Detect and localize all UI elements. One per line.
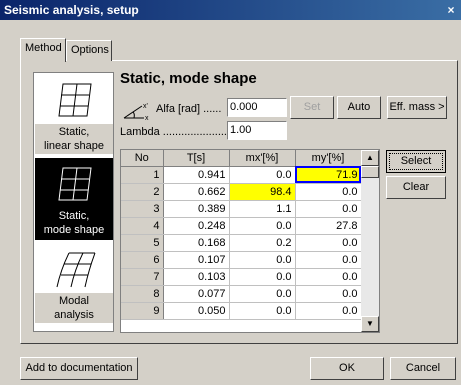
clear-button[interactable]: Clear bbox=[386, 176, 446, 199]
cell-my[interactable]: 27.8 bbox=[295, 217, 362, 235]
alfa-angle-icon: x' x bbox=[123, 103, 149, 122]
cell-no: 6 bbox=[121, 251, 164, 269]
table-row[interactable]: 8 0.077 0.0 0.0 bbox=[121, 285, 362, 303]
cell-no: 5 bbox=[121, 234, 164, 252]
table-row[interactable]: 2 0.662 98.4 0.0 bbox=[121, 183, 362, 201]
cell-no: 3 bbox=[121, 200, 164, 218]
seismic-setup-dialog: Seismic analysis, setup × Method Options… bbox=[0, 0, 461, 385]
window-title: Seismic analysis, setup bbox=[4, 3, 139, 17]
table-row[interactable]: 6 0.107 0.0 0.0 bbox=[121, 251, 362, 269]
analysis-type-static-linear[interactable]: Static, linear shape bbox=[35, 74, 113, 156]
analysis-type-list: Static, linear shape Static, mode shape bbox=[33, 72, 114, 332]
table-row[interactable]: 9 0.050 0.0 0.0 bbox=[121, 302, 362, 320]
col-header-period: T[s] bbox=[163, 150, 230, 167]
label-line-2: linear shape bbox=[44, 140, 104, 152]
static-linear-frame-icon bbox=[58, 83, 92, 117]
cell-no: 8 bbox=[121, 285, 164, 303]
cell-period[interactable]: 0.103 bbox=[163, 268, 230, 286]
cell-period[interactable]: 0.168 bbox=[163, 234, 230, 252]
col-header-my: my'[%] bbox=[295, 150, 362, 167]
table-header-row: No T[s] mx'[%] my'[%] bbox=[121, 150, 362, 167]
page-title: Static, mode shape bbox=[120, 70, 257, 87]
table-row[interactable]: 5 0.168 0.2 0.0 bbox=[121, 234, 362, 252]
cell-period[interactable]: 0.107 bbox=[163, 251, 230, 269]
cell-my[interactable]: 0.0 bbox=[295, 285, 362, 303]
cell-mx[interactable]: 0.0 bbox=[229, 285, 296, 303]
cell-period[interactable]: 0.941 bbox=[163, 166, 230, 184]
cell-mx[interactable]: 1.1 bbox=[229, 200, 296, 218]
cell-no: 4 bbox=[121, 217, 164, 235]
ok-button[interactable]: OK bbox=[310, 357, 384, 380]
cell-no: 2 bbox=[121, 183, 164, 201]
add-to-documentation-button[interactable]: Add to documentation bbox=[20, 357, 138, 380]
close-icon[interactable]: × bbox=[444, 0, 458, 20]
cell-period[interactable]: 0.662 bbox=[163, 183, 230, 201]
table-scrollbar[interactable]: ▲ ▼ bbox=[361, 150, 379, 332]
modal-frame-icon bbox=[56, 252, 96, 288]
tab-method[interactable]: Method bbox=[20, 38, 66, 62]
col-header-no: No bbox=[121, 150, 164, 167]
label-line-1: Static, bbox=[58, 126, 90, 138]
cell-mx[interactable]: 0.2 bbox=[229, 234, 296, 252]
analysis-type-modal[interactable]: Modal analysis bbox=[35, 243, 113, 325]
label-line-2: mode shape bbox=[43, 224, 105, 236]
table-row[interactable]: 3 0.389 1.1 0.0 bbox=[121, 200, 362, 218]
select-button[interactable]: Select bbox=[386, 150, 446, 173]
svg-text:x': x' bbox=[143, 103, 148, 110]
analysis-type-static-mode[interactable]: Static, mode shape bbox=[35, 158, 113, 240]
alfa-label: Alfa [rad] ...... bbox=[156, 103, 222, 115]
label-line-2: analysis bbox=[54, 309, 94, 321]
set-button[interactable]: Set bbox=[290, 96, 334, 119]
cell-mx[interactable]: 0.0 bbox=[229, 268, 296, 286]
col-header-mx: mx'[%] bbox=[229, 150, 296, 167]
cell-my[interactable]: 0.0 bbox=[295, 268, 362, 286]
auto-button[interactable]: Auto bbox=[337, 96, 381, 119]
cell-my[interactable]: 0.0 bbox=[295, 234, 362, 252]
analysis-type-label: Modal analysis bbox=[35, 293, 113, 323]
cell-mx[interactable]: 0.0 bbox=[229, 217, 296, 235]
cell-my[interactable]: 0.0 bbox=[295, 251, 362, 269]
cell-mx[interactable]: 0.0 bbox=[229, 302, 296, 320]
cell-my[interactable]: 0.0 bbox=[295, 302, 362, 320]
scroll-up-icon[interactable]: ▲ bbox=[361, 150, 379, 166]
cell-mx[interactable]: 98.4 bbox=[229, 183, 296, 201]
scroll-thumb[interactable] bbox=[361, 166, 379, 178]
scroll-down-icon[interactable]: ▼ bbox=[361, 316, 379, 332]
cell-my[interactable]: 71.9 bbox=[295, 166, 362, 184]
analysis-type-label: Static, linear shape bbox=[35, 124, 113, 154]
label-line-1: Static, bbox=[58, 210, 90, 222]
tab-options[interactable]: Options bbox=[66, 40, 112, 61]
cell-my[interactable]: 0.0 bbox=[295, 183, 362, 201]
cell-period[interactable]: 0.050 bbox=[163, 302, 230, 320]
cell-period[interactable]: 0.248 bbox=[163, 217, 230, 235]
analysis-type-label: Static, mode shape bbox=[35, 208, 113, 238]
lambda-label: Lambda ...................... bbox=[120, 126, 231, 138]
eff-mass-button[interactable]: Eff. mass > bbox=[387, 96, 447, 119]
cell-period[interactable]: 0.077 bbox=[163, 285, 230, 303]
table-row[interactable]: 4 0.248 0.0 27.8 bbox=[121, 217, 362, 235]
cancel-button[interactable]: Cancel bbox=[390, 357, 456, 380]
alfa-input[interactable]: 0.000 bbox=[227, 98, 287, 117]
cell-period[interactable]: 0.389 bbox=[163, 200, 230, 218]
cell-no: 7 bbox=[121, 268, 164, 286]
modes-table: No T[s] mx'[%] my'[%] 1 0.941 0.0 71.9 2… bbox=[120, 149, 380, 333]
svg-text:x: x bbox=[145, 115, 149, 122]
cell-mx[interactable]: 0.0 bbox=[229, 251, 296, 269]
cell-mx[interactable]: 0.0 bbox=[229, 166, 296, 184]
static-mode-frame-icon bbox=[58, 167, 92, 201]
label-line-1: Modal bbox=[59, 295, 89, 307]
cell-no: 9 bbox=[121, 302, 164, 320]
lambda-input[interactable]: 1.00 bbox=[227, 121, 287, 140]
title-bar: Seismic analysis, setup × bbox=[0, 0, 461, 20]
cell-no: 1 bbox=[121, 166, 164, 184]
table-row[interactable]: 1 0.941 0.0 71.9 bbox=[121, 166, 362, 184]
cell-my[interactable]: 0.0 bbox=[295, 200, 362, 218]
table-row[interactable]: 7 0.103 0.0 0.0 bbox=[121, 268, 362, 286]
